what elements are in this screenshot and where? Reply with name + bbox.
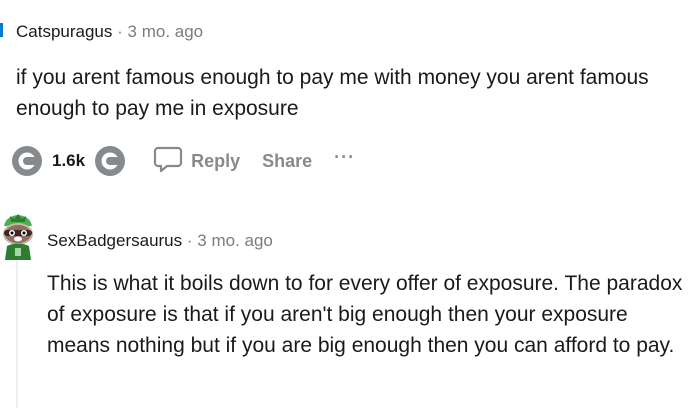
comment-author[interactable]: Catspuragus xyxy=(16,22,112,41)
nested-thread-line[interactable] xyxy=(16,258,18,408)
speech-bubble-icon xyxy=(153,144,191,179)
reply-body: This is what it boils down to for every … xyxy=(47,272,683,357)
vote-count: 1.6k xyxy=(52,151,86,170)
comment-timestamp[interactable]: 3 mo. ago xyxy=(128,22,204,41)
meta-separator: · xyxy=(117,22,123,41)
share-button[interactable]: Share xyxy=(262,151,312,172)
reply-timestamp[interactable]: 3 mo. ago xyxy=(197,231,273,250)
more-options-button[interactable]: ··· xyxy=(334,147,355,168)
reply-meta: SexBadgersaurus · 3 mo. ago xyxy=(47,229,273,253)
reply-author[interactable]: SexBadgersaurus xyxy=(47,231,182,250)
thread-indicator[interactable] xyxy=(0,23,3,37)
reply-button[interactable]: Reply xyxy=(153,144,240,179)
downvote-icon[interactable] xyxy=(91,142,129,180)
comment-body: if you arent famous enough to pay me wit… xyxy=(16,66,649,120)
meta-separator: · xyxy=(186,231,193,250)
comment-action-bar: 1.6k Reply Share ··· xyxy=(8,140,355,182)
snoo-avatar-icon[interactable] xyxy=(0,210,38,262)
upvote-icon[interactable] xyxy=(8,142,46,180)
reply-label: Reply xyxy=(191,150,241,171)
comment-meta: Catspuragus · 3 mo. ago xyxy=(16,20,203,44)
